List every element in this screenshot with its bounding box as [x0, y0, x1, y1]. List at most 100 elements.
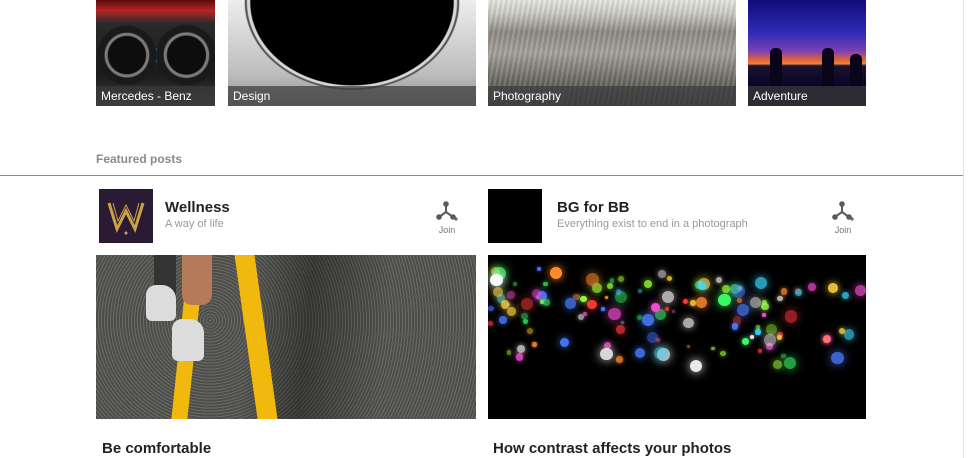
- bokeh-light: [715, 276, 722, 283]
- bokeh-light: [781, 353, 786, 358]
- bokeh-light: [521, 297, 534, 311]
- post-title[interactable]: Be comfortable: [102, 440, 211, 457]
- bokeh-light: [616, 356, 623, 363]
- bokeh-light: [646, 332, 658, 344]
- bokeh-light: [634, 347, 645, 358]
- bokeh-light: [689, 359, 702, 372]
- join-label: Join: [834, 225, 852, 235]
- author-tagline: Everything exist to end in a photograph: [557, 218, 748, 230]
- bokeh-light: [615, 325, 625, 335]
- bokeh-light: [749, 296, 761, 308]
- bokeh-light: [749, 334, 755, 340]
- bokeh-light: [757, 348, 762, 354]
- bokeh-light: [565, 298, 576, 309]
- bokeh-light: [532, 342, 537, 347]
- bokeh-light: [808, 283, 816, 291]
- bokeh-light: [621, 321, 625, 325]
- bokeh-light: [736, 303, 749, 316]
- featured-post-card: BG for BB Everything exist to end in a p…: [488, 176, 866, 458]
- collection-tile-photography[interactable]: Photography: [488, 0, 736, 106]
- join-button[interactable]: Join: [828, 200, 858, 240]
- bokeh-light: [488, 321, 493, 326]
- bokeh-light: [641, 313, 654, 326]
- bokeh-light: [580, 295, 588, 303]
- bokeh-light: [536, 295, 540, 299]
- bokeh-light: [686, 345, 690, 349]
- bokeh-light: [737, 298, 743, 304]
- hiker-silhouette: [770, 48, 782, 86]
- bokeh-light: [776, 335, 782, 341]
- collection-label: Photography: [488, 86, 736, 106]
- collection-tile-adventure[interactable]: Adventure: [748, 0, 866, 106]
- bokeh-light: [608, 307, 621, 321]
- bokeh-light: [585, 272, 599, 286]
- featured-post-card: Wellness A way of life Join Be comfortab…: [96, 176, 476, 458]
- bokeh-light: [683, 317, 694, 329]
- post-cover-image[interactable]: [96, 255, 476, 419]
- collection-tile-design[interactable]: Design: [228, 0, 476, 106]
- join-network-icon: [832, 201, 854, 221]
- bokeh-light: [543, 298, 550, 306]
- bokeh-light: [755, 329, 761, 335]
- bokeh-light: [841, 291, 850, 300]
- bokeh-light: [489, 273, 503, 287]
- bokeh-light: [604, 296, 608, 300]
- bokeh-light: [498, 316, 507, 324]
- bokeh-light: [517, 344, 526, 353]
- bokeh-light: [762, 313, 766, 318]
- collection-label: Adventure: [748, 86, 866, 106]
- runner-leg: [182, 255, 212, 305]
- bokeh-light: [718, 293, 732, 307]
- bokeh-light: [600, 306, 605, 311]
- bokeh-light: [523, 319, 528, 324]
- bokeh-light: [488, 305, 494, 312]
- road-line: [234, 255, 278, 419]
- bokeh-light: [755, 276, 767, 289]
- bokeh-light: [666, 275, 673, 282]
- bokeh-light: [615, 290, 628, 303]
- bokeh-light: [777, 295, 783, 302]
- author-avatar[interactable]: [488, 189, 542, 243]
- bokeh-light: [606, 282, 614, 290]
- bokeh-light: [671, 309, 676, 314]
- bokeh-light: [795, 289, 803, 297]
- bokeh-light: [559, 337, 570, 348]
- bokeh-light: [657, 269, 666, 278]
- bokeh-light: [711, 346, 715, 351]
- bokeh-light: [664, 307, 669, 312]
- bokeh-light: [843, 329, 854, 340]
- bokeh-light: [731, 323, 739, 330]
- author-avatar[interactable]: [99, 189, 153, 243]
- bokeh-light: [720, 351, 726, 357]
- bokeh-light: [784, 310, 798, 323]
- bokeh-light: [764, 334, 776, 346]
- runner-shoe: [172, 319, 204, 361]
- author-name[interactable]: Wellness: [165, 199, 230, 216]
- bokeh-light: [526, 327, 534, 335]
- hiker-silhouette: [850, 54, 862, 86]
- bokeh-light: [690, 300, 696, 306]
- bokeh-light: [643, 280, 653, 289]
- post-cover-image[interactable]: [488, 255, 866, 419]
- bokeh-light: [609, 278, 615, 283]
- bokeh-light: [741, 338, 749, 346]
- page-scrollbar[interactable]: [963, 0, 964, 458]
- collection-tile-mercedes-benz[interactable]: Mercedes - Benz: [96, 0, 215, 106]
- author-name[interactable]: BG for BB: [557, 199, 630, 216]
- bokeh-light: [662, 290, 674, 303]
- join-label: Join: [438, 225, 456, 235]
- join-button[interactable]: Join: [432, 200, 462, 240]
- bokeh-light: [600, 347, 613, 360]
- bokeh-light: [731, 285, 745, 299]
- bokeh-light: [515, 353, 524, 361]
- bokeh-light: [583, 312, 587, 316]
- bokeh-light: [780, 288, 788, 296]
- wellness-logo-icon: [99, 189, 153, 243]
- bokeh-light: [722, 284, 731, 293]
- bokeh-light: [587, 300, 597, 310]
- bokeh-light: [683, 298, 689, 304]
- bokeh-light: [507, 307, 516, 316]
- bokeh-light: [650, 303, 660, 313]
- post-title[interactable]: How contrast affects your photos: [493, 440, 731, 457]
- author-tagline: A way of life: [165, 218, 224, 230]
